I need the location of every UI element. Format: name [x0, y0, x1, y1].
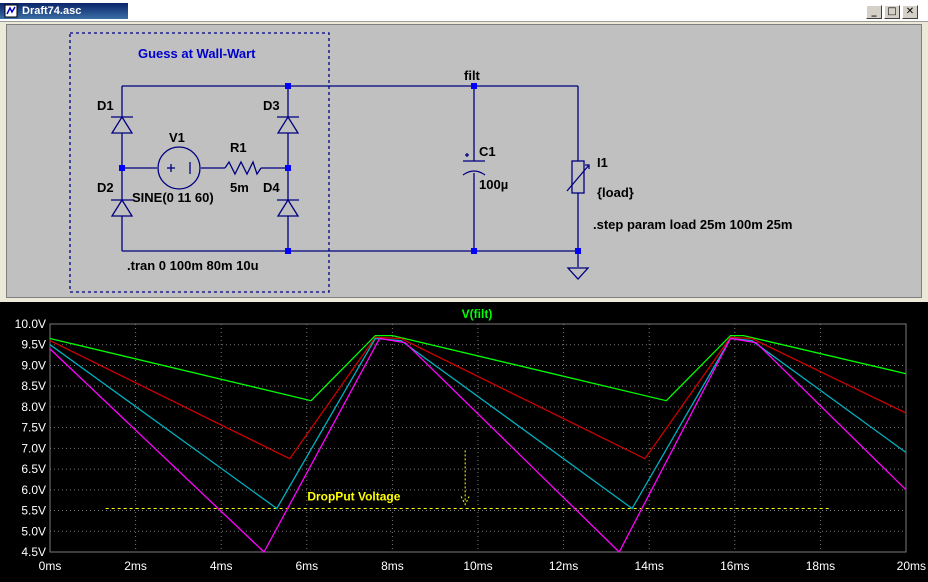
close-button[interactable]: ✕ — [902, 5, 918, 19]
label-i1: I1 — [597, 155, 608, 170]
y-tick-label: 6.5V — [21, 462, 46, 476]
maximize-button[interactable]: □ — [884, 5, 900, 19]
y-tick-label: 6.0V — [21, 483, 46, 497]
box-label: Guess at Wall-Wart — [138, 46, 256, 61]
title-bar: Draft74.asc _ □ ✕ — [0, 0, 928, 22]
x-tick-label: 4ms — [210, 559, 233, 573]
y-tick-label: 4.5V — [21, 545, 46, 559]
y-tick-label: 7.5V — [21, 421, 46, 435]
label-d3: D3 — [263, 98, 280, 113]
voltage-source-v1 — [157, 146, 201, 190]
schematic-canvas[interactable]: Guess at Wall-Wart filt D1 D2 D3 D4 V1 S… — [7, 25, 923, 299]
x-tick-label: 14ms — [635, 559, 664, 573]
x-tick-label: 16ms — [720, 559, 749, 573]
x-tick-label: 6ms — [295, 559, 318, 573]
y-tick-label: 5.0V — [21, 524, 46, 538]
diode-d2 — [110, 198, 134, 217]
y-tick-label: 10.0V — [15, 317, 46, 331]
window-controls: _ □ ✕ — [866, 5, 918, 19]
diode-d4 — [276, 198, 300, 217]
diode-d1 — [110, 115, 134, 134]
y-tick-label: 5.5V — [21, 504, 46, 518]
chart-title[interactable]: V(filt) — [462, 307, 493, 321]
directive-step[interactable]: .step param load 25m 100m 25m — [593, 217, 792, 232]
y-tick-label: 9.5V — [21, 338, 46, 352]
label-c1: C1 — [479, 144, 496, 159]
label-c1-value: 100µ — [479, 177, 508, 192]
label-i1-value: {load} — [597, 185, 634, 200]
app-icon — [4, 4, 18, 18]
dropout-annotation: DropPut Voltage — [307, 489, 400, 503]
minimize-button[interactable]: _ — [866, 5, 882, 19]
x-tick-label: 18ms — [806, 559, 835, 573]
y-tick-label: 7.0V — [21, 441, 46, 455]
x-tick-label: 12ms — [549, 559, 578, 573]
y-tick-label: 8.5V — [21, 379, 46, 393]
series-line-4 — [49, 337, 907, 554]
x-tick-label: 20ms — [897, 559, 926, 573]
resistor-r1 — [224, 160, 262, 176]
label-d2: D2 — [97, 180, 114, 195]
label-r1-value: 5m — [230, 180, 249, 195]
label-r1: R1 — [230, 140, 247, 155]
x-tick-label: 2ms — [124, 559, 147, 573]
y-tick-label: 9.0V — [21, 358, 46, 372]
directive-tran[interactable]: .tran 0 100m 80m 10u — [127, 258, 259, 273]
x-tick-label: 0ms — [39, 559, 62, 573]
label-d1: D1 — [97, 98, 114, 113]
diode-d3 — [276, 115, 300, 134]
label-v1: V1 — [169, 130, 185, 145]
y-tick-label: 8.0V — [21, 400, 46, 414]
x-tick-label: 10ms — [463, 559, 492, 573]
dropout-arrow-head — [460, 496, 470, 506]
waveform-chart[interactable]: 10.0V 9.5V 9.0V 8.5V 8.0V 7.5V 7.0V 6.5V 6.0V 5.5… — [0, 302, 928, 582]
schematic-pane[interactable]: Guess at Wall-Wart filt D1 D2 D3 D4 V1 S… — [6, 24, 922, 298]
net-label-filt: filt — [464, 68, 481, 83]
window-title: Draft74.asc — [0, 3, 128, 19]
waveform-pane[interactable]: 10.0V 9.5V 9.0V 8.5V 8.0V 7.5V 7.0V 6.5V 6.0V 5.5… — [0, 302, 928, 582]
label-v1-value: SINE(0 11 60) — [132, 190, 214, 205]
ground-symbol — [566, 267, 590, 280]
x-tick-label: 8ms — [381, 559, 404, 573]
current-source-i1 — [566, 160, 590, 194]
label-d4: D4 — [263, 180, 280, 195]
